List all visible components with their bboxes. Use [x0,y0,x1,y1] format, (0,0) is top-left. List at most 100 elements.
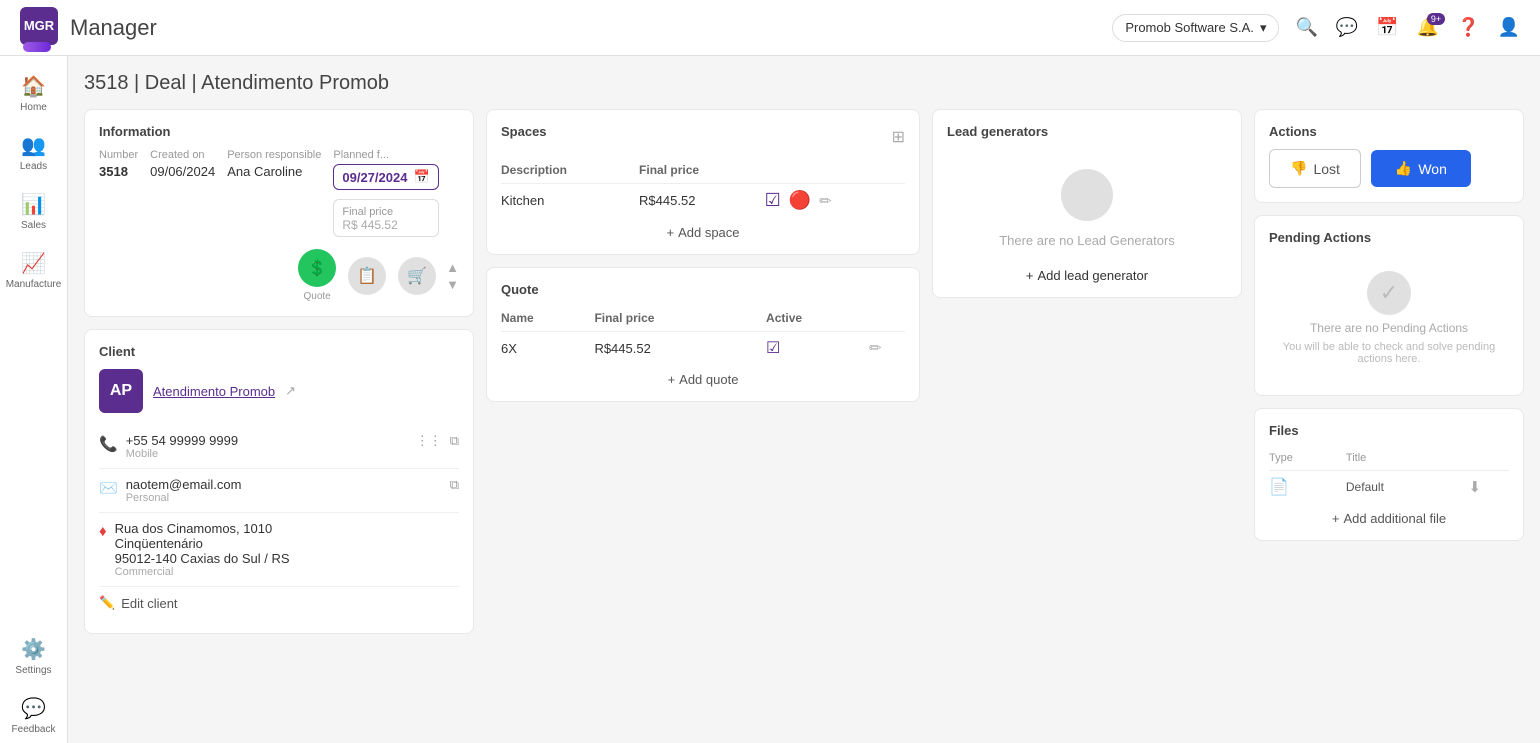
client-card: Client AP Atendimento Promob ↗ 📞 +55 54 … [84,329,474,634]
lead-gen-avatar [1061,169,1113,221]
chat-icon[interactable]: 💬 [1336,17,1358,38]
sidebar-item-home[interactable]: 🏠 Home [0,66,67,121]
main-content: 3518 | Deal | Atendimento Promob Informa… [68,56,1540,743]
sidebar-item-manufacture[interactable]: 📈 Manufacture [0,243,67,298]
phone-row: 📞 +55 54 99999 9999 Mobile ⋮⋮ ⧉ [99,425,459,469]
space-description: Kitchen [501,184,639,218]
chevron-down-icon: ▾ [1260,20,1267,36]
files-col-title: Title [1346,448,1469,471]
document-icon: 📄 [1269,479,1289,496]
space-edit-icon[interactable]: ✏ [819,192,832,210]
copy-icon[interactable]: ⧉ [450,433,459,449]
sidebar-item-label: Home [20,102,47,113]
search-icon[interactable]: 🔍 [1295,17,1317,38]
address-line3: 95012-140 Caxias do Sul / RS [115,551,290,566]
active-checkbox[interactable]: ☑ [766,340,780,357]
pipeline-step-3[interactable]: 🛒 [398,257,436,295]
client-name-link[interactable]: Atendimento Promob [153,384,275,399]
add-lead-gen-icon: + [1026,268,1034,283]
client-avatar: AP [99,369,143,413]
add-lead-generator-button[interactable]: + Add lead generator [947,268,1227,283]
manufacture-icon: 📈 [21,251,46,276]
user-avatar-icon[interactable]: 👤 [1498,17,1520,38]
lost-button[interactable]: 👎 Lost [1269,149,1361,188]
quote-col-active: Active [766,307,869,332]
address-type: Commercial [115,566,290,578]
copy-email-icon[interactable]: ⧉ [450,477,459,493]
lead-generators-empty-message: There are no Lead Generators [999,233,1175,248]
add-quote-icon: + [668,372,676,387]
sidebar-item-label: Settings [15,665,51,676]
download-icon[interactable]: ⬇ [1468,479,1481,496]
step-2-circle: 📋 [348,257,386,295]
quote-col-price: Final price [594,307,766,332]
information-title: Information [99,124,459,139]
add-quote-button[interactable]: + Add quote [501,364,905,387]
quote-col-edit [869,307,905,332]
files-card: Files Type Title 📄 [1254,408,1524,541]
feedback-icon: 💬 [21,696,46,721]
page-title: 3518 | Deal | Atendimento Promob [84,72,1524,95]
add-additional-file-button[interactable]: + Add additional file [1269,503,1509,526]
address-line2: Cinqüentenário [115,536,290,551]
logo-area: MGR Manager [20,7,157,49]
final-price-value: R$ 445.52 [342,218,397,232]
pipeline-scroll[interactable]: ▲ ▼ [446,260,459,292]
sidebar-item-feedback[interactable]: 💬 Feedback [0,688,67,743]
calendar-icon[interactable]: 📅 [1376,17,1398,38]
notifications-icon[interactable]: 🔔 9+ [1417,17,1439,38]
grid-view-icon[interactable]: ⊞ [892,127,905,147]
email-type: Personal [126,492,242,504]
actions-title: Actions [1269,124,1509,139]
sidebar-item-label: Feedback [12,724,56,735]
grid-icon[interactable]: ⋮⋮ [416,433,442,449]
check-icon: ✓ [1367,271,1411,315]
phone-details: +55 54 99999 9999 Mobile [126,433,238,460]
created-on-label: Created on [150,149,215,161]
add-file-icon: + [1332,511,1340,526]
sidebar-item-leads[interactable]: 👥 Leads [0,125,67,180]
space-price: R$445.52 [639,184,765,218]
external-link-icon: ↗ [285,383,296,399]
spaces-header: Spaces ⊞ [501,124,905,149]
pipeline-step-2[interactable]: 📋 [348,257,386,295]
planned-date-input[interactable]: 09/27/2024 📅 [333,164,438,190]
space-status-icon[interactable]: 🔴 [789,190,811,211]
final-price-label: Final price [342,206,393,218]
quote-edit-icon[interactable]: ✏ [869,340,882,357]
add-space-button[interactable]: + Add space [501,217,905,240]
sidebar-item-label: Sales [21,220,46,231]
email-value: naotem@email.com [126,477,242,492]
leads-icon: 👥 [21,133,46,158]
quote-card: Quote Name Final price Active 6X R [486,267,920,402]
number-col: Number 3518 [99,149,138,179]
sidebar-item-settings[interactable]: ⚙️ Settings [0,629,67,684]
person-responsible-label: Person responsible [227,149,321,161]
help-icon[interactable]: ❓ [1457,17,1479,38]
number-label: Number [99,149,138,161]
files-col-type: Type [1269,448,1346,471]
col2: Spaces ⊞ Description Final price Kitchen [486,109,920,634]
spaces-card: Spaces ⊞ Description Final price Kitchen [486,109,920,255]
company-selector[interactable]: Promob Software S.A. ▾ [1112,14,1279,42]
phone-icon: 📞 [99,435,118,453]
sidebar-item-sales[interactable]: 📊 Sales [0,184,67,239]
logo-box: MGR [20,7,58,45]
spaces-col-actions [765,159,905,184]
quote-title: Quote [501,282,905,297]
col4: Actions 👎 Lost 👍 Won Pending Actions ✓ [1254,109,1524,634]
space-checkbox[interactable]: ☑ [765,190,781,211]
home-icon: 🏠 [21,74,46,99]
edit-client-button[interactable]: ✏️ Edit client [99,587,459,619]
logo: MGR [20,7,62,49]
thumbs-down-icon: 👎 [1290,160,1307,177]
won-button[interactable]: 👍 Won [1371,150,1471,187]
spaces-title: Spaces [501,124,547,139]
quote-table: Name Final price Active 6X R$445.52 ☑ [501,307,905,364]
client-title: Client [99,344,459,359]
pipeline-step-quote[interactable]: 💲 Quote [298,249,336,302]
address-row: ♦ Rua dos Cinamomos, 1010 Cinqüentenário… [99,513,459,587]
lead-generators-card: Lead generators There are no Lead Genera… [932,109,1242,298]
space-actions: ☑ 🔴 ✏ [765,190,905,211]
spaces-col-description: Description [501,159,639,184]
